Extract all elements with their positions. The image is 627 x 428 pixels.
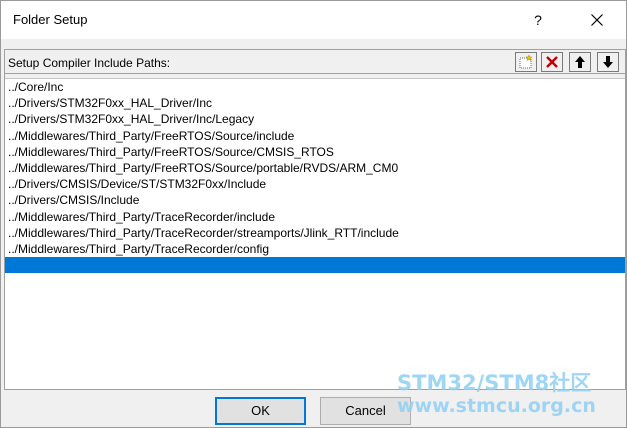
- include-paths-panel: Setup Compiler Include Paths: ../Core/In…: [4, 49, 626, 390]
- list-item[interactable]: ../Middlewares/Third_Party/FreeRTOS/Sour…: [5, 144, 625, 160]
- watermark: STM32/STM8社区 www.stmcu.org.cn: [397, 371, 627, 417]
- move-up-button[interactable]: [569, 52, 591, 72]
- list-item[interactable]: ../Drivers/CMSIS/Device/ST/STM32F0xx/Inc…: [5, 176, 625, 192]
- delete-icon: [546, 56, 558, 68]
- ok-button[interactable]: OK: [215, 397, 306, 425]
- list-item[interactable]: ../Drivers/CMSIS/Include: [5, 192, 625, 208]
- move-down-button[interactable]: [597, 52, 619, 72]
- watermark-line-1: STM32/STM8社区: [397, 371, 592, 395]
- list-item[interactable]: ../Middlewares/Third_Party/FreeRTOS/Sour…: [5, 128, 625, 144]
- new-path-button[interactable]: [515, 52, 537, 72]
- move-up-icon: [575, 56, 585, 68]
- help-button[interactable]: ?: [515, 1, 561, 39]
- folder-setup-dialog: Folder Setup ? Setup Compiler Include Pa…: [0, 0, 627, 428]
- list-item[interactable]: ../Middlewares/Third_Party/TraceRecorder…: [5, 209, 625, 225]
- close-icon: [591, 14, 603, 26]
- close-button[interactable]: [573, 1, 623, 39]
- list-item[interactable]: ../Middlewares/Third_Party/TraceRecorder…: [5, 225, 625, 241]
- watermark-line-2: www.stmcu.org.cn: [397, 395, 596, 417]
- panel-label: Setup Compiler Include Paths:: [8, 56, 171, 70]
- list-item[interactable]: ../Middlewares/Third_Party/TraceRecorder…: [5, 241, 625, 257]
- title-bar: Folder Setup ?: [1, 1, 626, 39]
- list-item-new-entry[interactable]: [5, 257, 625, 274]
- panel-header: Setup Compiler Include Paths:: [5, 50, 625, 74]
- dialog-title: Folder Setup: [13, 12, 88, 27]
- list-item[interactable]: ../Core/Inc: [5, 79, 625, 95]
- delete-path-button[interactable]: [541, 52, 563, 72]
- list-item[interactable]: ../Drivers/STM32F0xx_HAL_Driver/Inc: [5, 95, 625, 111]
- move-down-icon: [603, 56, 613, 68]
- new-folder-icon: [519, 54, 533, 69]
- list-item[interactable]: ../Middlewares/Third_Party/FreeRTOS/Sour…: [5, 160, 625, 176]
- include-path-list[interactable]: ../Core/Inc ../Drivers/STM32F0xx_HAL_Dri…: [5, 78, 625, 389]
- list-item[interactable]: ../Drivers/STM32F0xx_HAL_Driver/Inc/Lega…: [5, 111, 625, 127]
